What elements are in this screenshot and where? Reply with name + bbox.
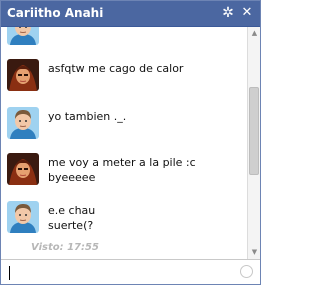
text-cursor [9, 266, 10, 280]
chat-title-bar[interactable]: Cariitho Anahi ✲ ✕ [1, 1, 260, 27]
scroll-up-arrow-icon[interactable]: ▲ [248, 27, 260, 40]
message-input[interactable] [1, 259, 260, 284]
scrollbar-thumb[interactable] [249, 87, 259, 175]
avatar-self [7, 107, 39, 139]
message-scrollbar[interactable]: ▲ ▼ [247, 27, 260, 259]
avatar-contact [7, 59, 39, 91]
chat-window: Cariitho Anahi ✲ ✕ asfqtw me cago de cal… [0, 0, 261, 285]
chat-title: Cariitho Anahi [7, 6, 104, 20]
close-icon[interactable]: ✕ [239, 5, 255, 21]
message-text: yo tambien ._. [48, 110, 127, 123]
seen-status: Visto: 17:55 [31, 242, 99, 253]
gear-icon[interactable]: ✲ [220, 5, 236, 21]
avatar-self [7, 27, 39, 45]
message-text: asfqtw me cago de calor [48, 62, 184, 75]
message-text: e.e chau suerte(? [48, 204, 96, 232]
message-text: me voy a meter a la pile :c byeeeee [48, 156, 196, 184]
message-list: asfqtw me cago de calor yo tambien ._. m… [1, 27, 247, 259]
avatar-self [7, 201, 39, 233]
smiley-icon[interactable] [240, 265, 253, 278]
avatar-contact [7, 153, 39, 185]
scroll-down-arrow-icon[interactable]: ▼ [248, 246, 260, 259]
